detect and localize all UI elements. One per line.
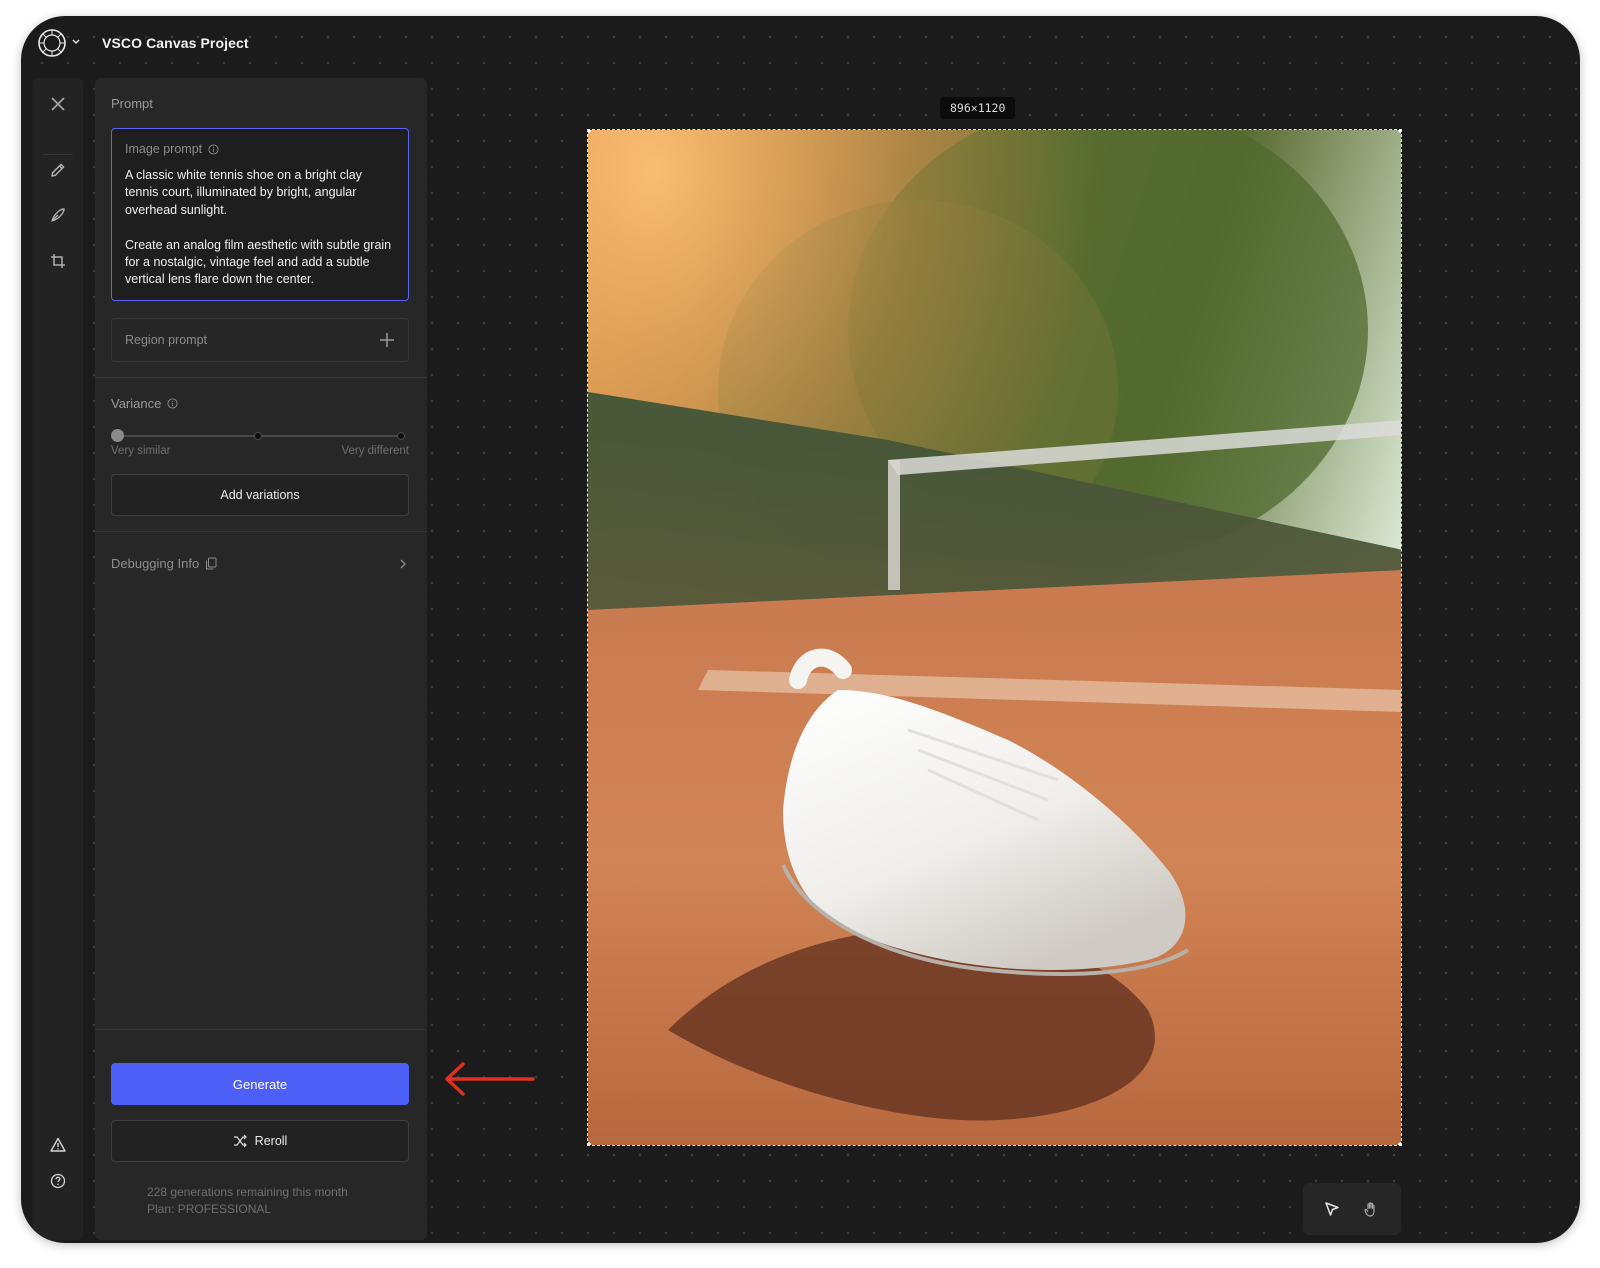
variance-label-row: Variance [111,396,178,411]
reroll-button[interactable]: Reroll [111,1120,409,1162]
variance-max-label: Very different [341,445,409,457]
info-icon[interactable] [208,143,219,155]
report-issue-button[interactable] [45,1132,71,1158]
cursor-icon [1325,1202,1339,1216]
tool-rail [33,78,83,1240]
slider-stop [254,432,262,440]
chevron-down-icon[interactable] [71,38,81,46]
section-divider [95,377,427,378]
debugging-info-row[interactable]: Debugging Info [111,556,217,571]
select-tool-button[interactable] [1320,1197,1344,1221]
generate-button[interactable]: Generate [111,1063,409,1105]
image-prompt-label-row: Image prompt [125,142,219,156]
vsco-logo-icon[interactable] [37,28,67,58]
generations-remaining: 228 generations remaining this month [147,1185,348,1199]
region-prompt-placeholder: Region prompt [125,333,207,347]
variance-slider[interactable] [111,429,405,443]
variance-label: Variance [111,396,162,411]
help-icon [50,1173,66,1189]
top-bar: VSCO Canvas Project [21,16,1580,72]
image-prompt-text[interactable]: A classic white tennis shoe on a bright … [125,167,395,289]
region-prompt-field[interactable]: Region prompt [111,318,409,362]
section-divider [95,531,427,532]
pencil-icon [51,163,65,177]
copy-icon[interactable] [205,557,217,570]
reroll-label: Reroll [254,1134,288,1148]
brush-icon [51,208,65,222]
resize-handle[interactable] [588,1142,591,1145]
crop-tool-button[interactable] [45,248,71,274]
slider-thumb[interactable] [111,429,124,442]
debugging-info-label: Debugging Info [111,556,200,571]
pencil-tool-button[interactable] [45,157,71,183]
info-icon[interactable] [167,398,178,409]
crop-icon [51,254,65,268]
resize-handle[interactable] [1398,1142,1401,1145]
variance-min-label: Very similar [111,445,171,457]
annotation-arrow-icon [445,1062,535,1096]
plus-icon[interactable] [378,331,396,349]
pan-tool-button[interactable] [1360,1197,1384,1221]
image-dimensions-badge: 896×1120 [940,97,1016,119]
brush-tool-button[interactable] [45,202,71,228]
section-divider [95,1029,427,1030]
prompt-section-title: Prompt [111,96,153,111]
hand-icon [1364,1202,1375,1217]
tennis-shoe-photo [588,130,1401,1145]
app-window: VSCO Canvas Project Prompt Image prompt … [21,16,1580,1243]
help-button[interactable] [45,1168,71,1194]
slider-stop [397,432,405,440]
close-icon [51,97,65,111]
rail-divider [43,154,73,155]
canvas-tools [1303,1183,1401,1235]
chevron-right-icon[interactable] [397,558,409,570]
usage-note: 228 generations remaining this month Pla… [147,1184,348,1218]
shuffle-icon [233,1134,247,1148]
close-button[interactable] [45,91,71,117]
image-prompt-field[interactable]: Image prompt A classic white tennis shoe… [111,128,409,301]
settings-panel: Prompt Image prompt A classic white tenn… [95,78,427,1240]
project-title[interactable]: VSCO Canvas Project [102,35,249,51]
generated-image[interactable] [587,129,1402,1146]
plan-label: Plan: PROFESSIONAL [147,1202,272,1216]
add-variations-button[interactable]: Add variations [111,474,409,516]
resize-handle[interactable] [1398,130,1401,133]
image-prompt-label: Image prompt [125,142,203,156]
warning-icon [50,1137,66,1152]
